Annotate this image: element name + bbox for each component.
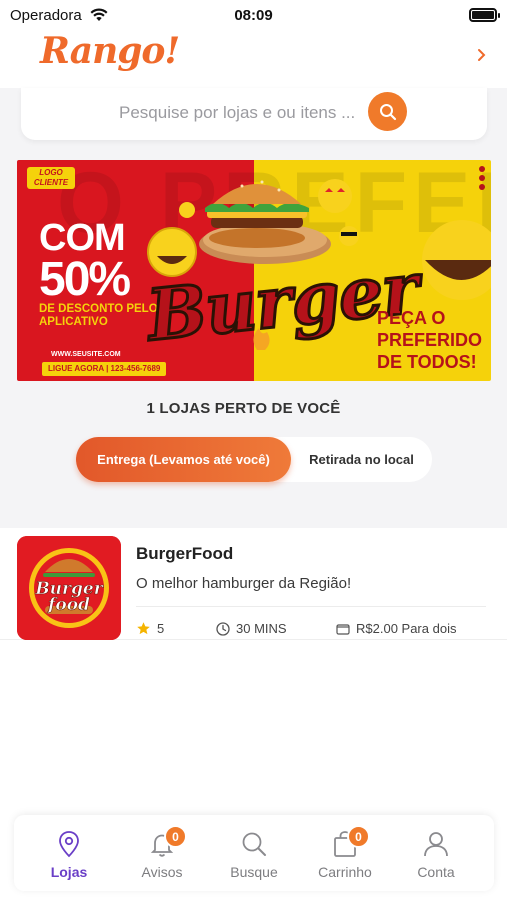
map-pin-icon [59, 831, 79, 858]
banner-subtext: DE DESCONTO PELO APLICATIVO [39, 303, 158, 328]
store-price: R$2.00 Para dois [336, 621, 456, 636]
instagram-icon [479, 166, 485, 172]
time-value: 30 MINS [236, 621, 287, 636]
store-card[interactable]: Burger food BurgerFood O melhor hamburge… [0, 528, 507, 640]
store-name: BurgerFood [136, 544, 234, 563]
store-logo: Burger food [17, 536, 121, 640]
banner-phone: LIGUE AGORA | 123-456-7689 [42, 362, 167, 376]
search-button[interactable] [368, 92, 407, 131]
banner-headline: COM [39, 217, 126, 259]
nav-item-lojas[interactable]: Lojas [24, 829, 114, 891]
social-icons [479, 166, 485, 190]
delivery-tab[interactable]: Entrega (Levamos até você) [76, 437, 291, 482]
search-bar [21, 88, 487, 140]
banner-discount: 50% [39, 253, 131, 306]
battery-icon [469, 8, 500, 22]
nav-label-lojas: Lojas [50, 864, 88, 880]
cart-badge: 0 [347, 825, 370, 848]
store-description: O melhor hamburger da Região! [136, 575, 352, 592]
store-logo-text-2: food [47, 595, 90, 615]
burger-logo-icon: Burger food [17, 536, 121, 640]
user-icon [424, 832, 448, 857]
search-icon [242, 832, 266, 856]
star-icon [137, 622, 150, 635]
chevron-right-icon[interactable] [475, 45, 489, 65]
store-meta: 5 30 MINS R$2.00 Para dois [136, 621, 486, 637]
facebook-icon [479, 175, 485, 181]
divider [136, 606, 486, 607]
store-rating: 5 [136, 621, 164, 636]
whatsapp-icon [479, 184, 485, 190]
nav-label-conta: Conta [417, 864, 455, 880]
banner-cta: PEÇA O PREFERIDO DE TODOS! [377, 308, 483, 372]
banner-site: WWW.SEUSITE.COM [51, 351, 121, 358]
carrier-label: Operadora [10, 6, 82, 24]
wifi-icon [90, 8, 108, 21]
price-value: R$2.00 Para dois [356, 621, 457, 636]
pickup-tab[interactable]: Retirada no local [291, 437, 432, 482]
wallet-icon [336, 623, 350, 635]
bottom-navigation: Lojas 0 Avisos Busque 0 Carrinho Conta [14, 815, 494, 891]
app-header: Rango! [0, 30, 507, 88]
delivery-mode-toggle: Entrega (Levamos até você) Retirada no l… [76, 437, 432, 482]
nav-item-avisos[interactable]: 0 Avisos [117, 825, 207, 891]
nav-item-carrinho[interactable]: 0 Carrinho [300, 825, 390, 891]
app-logo: Rango! [40, 30, 180, 72]
promo-banner[interactable]: O PREFERIDO LOGO CLIENTE COM 50% DE DESC… [17, 160, 491, 381]
store-delivery-time: 30 MINS [216, 621, 287, 636]
nav-item-conta[interactable]: Conta [391, 829, 481, 891]
nav-label-avisos: Avisos [141, 864, 183, 880]
search-icon [379, 103, 396, 120]
search-input[interactable] [119, 98, 381, 128]
nav-label-busque: Busque [230, 864, 278, 880]
nav-item-busque[interactable]: Busque [209, 829, 299, 891]
rating-value: 5 [157, 621, 165, 636]
client-logo-badge: LOGO CLIENTE [27, 167, 75, 189]
status-bar: Operadora 08:09 [0, 0, 507, 30]
nav-label-carrinho: Carrinho [318, 864, 372, 880]
notifications-badge: 0 [164, 825, 187, 848]
clock-icon [216, 621, 230, 636]
nearby-stores-title: 1 LOJAS PERTO DE VOCÊ [146, 400, 341, 417]
